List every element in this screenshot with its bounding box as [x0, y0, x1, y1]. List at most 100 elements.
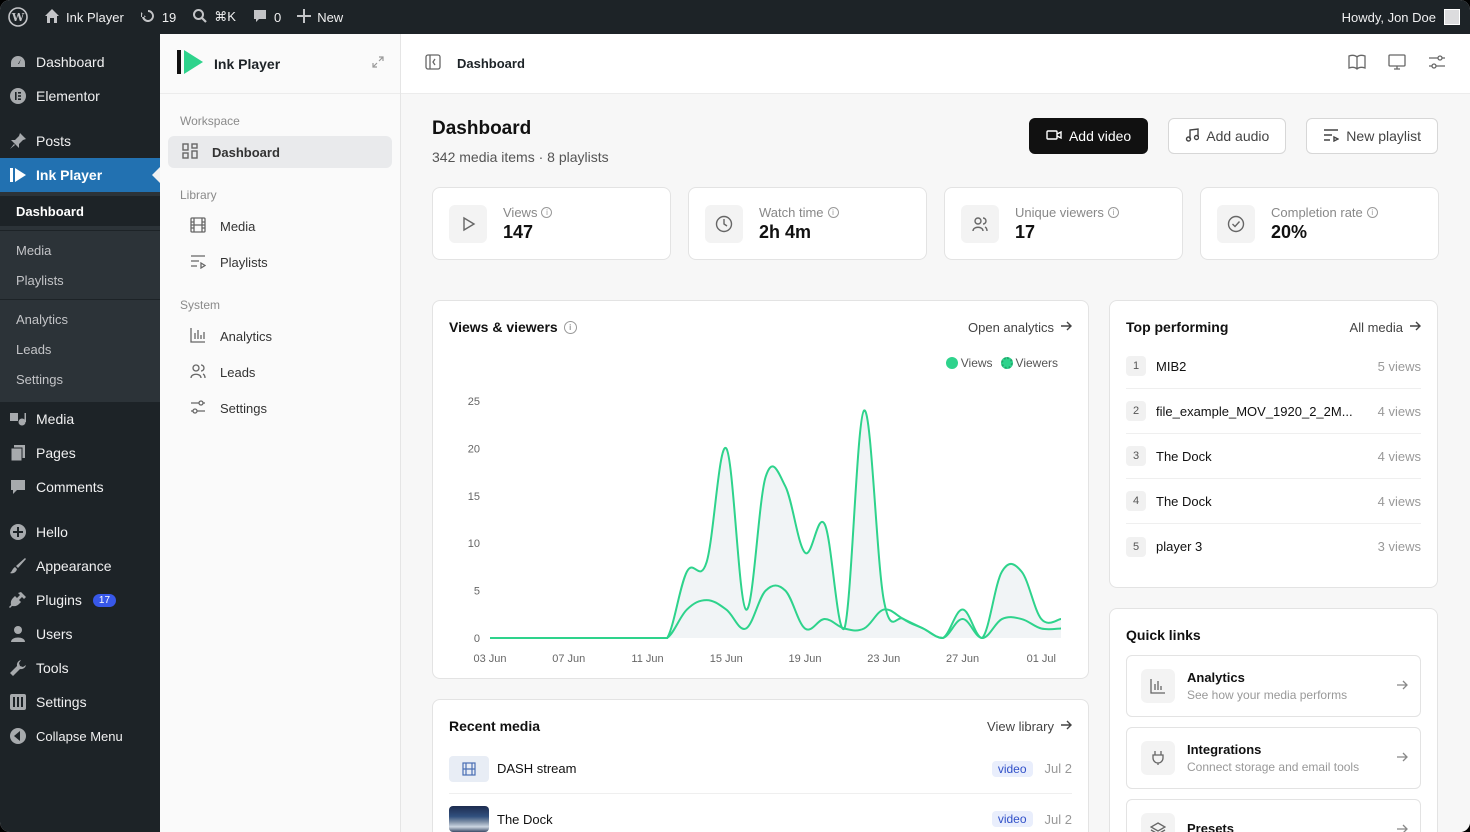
breadcrumb: Dashboard — [457, 56, 525, 71]
search-link[interactable]: ⌘K — [184, 0, 244, 34]
nav-playlists[interactable]: Playlists — [168, 246, 392, 278]
legend-views-swatch — [945, 357, 958, 369]
users-icon — [961, 204, 999, 243]
wp-menu-plugins[interactable]: Plugins 17 — [0, 583, 160, 617]
add-audio-button[interactable]: Add audio — [1168, 118, 1287, 154]
wp-menu-elementor[interactable]: Elementor — [0, 79, 160, 113]
wp-menu-users[interactable]: Users — [0, 617, 160, 651]
wp-menu-comments[interactable]: Comments — [0, 470, 160, 504]
submenu-media[interactable]: Media — [0, 235, 160, 265]
x-tick-label: 11 Jun — [631, 653, 663, 665]
top-performing-row[interactable]: 3 The Dock 4 views — [1126, 434, 1421, 479]
quick-link-integrations[interactable]: Integrations Connect storage and email to… — [1126, 727, 1421, 789]
wp-menu-media[interactable]: Media — [0, 402, 160, 436]
submenu-leads[interactable]: Leads — [0, 334, 160, 364]
ink-player-logo-icon — [176, 49, 204, 78]
quick-link-title: Presets — [1187, 821, 1234, 832]
wp-menu-dashboard[interactable]: Dashboard — [0, 45, 160, 79]
nav-leads-label: Leads — [220, 364, 256, 380]
wordpress-logo-icon[interactable]: W — [0, 0, 36, 34]
wp-menu-posts-label: Posts — [36, 133, 72, 149]
wp-menu-hello[interactable]: Hello — [0, 515, 160, 549]
new-content-link[interactable]: New — [289, 0, 351, 34]
top-performing-row[interactable]: 1 MIB2 5 views — [1126, 344, 1421, 389]
top-bar: Dashboard — [401, 34, 1470, 94]
film-icon — [190, 216, 206, 236]
submenu-settings[interactable]: Settings — [0, 364, 160, 394]
view-count: 4 views — [1377, 403, 1421, 419]
arrow-right-icon — [1396, 823, 1408, 832]
wp-menu-ink-player[interactable]: Ink Player — [0, 158, 160, 192]
submenu-dashboard[interactable]: Dashboard — [0, 196, 160, 226]
wp-menu-tools[interactable]: Tools — [0, 651, 160, 685]
sidebar-toggle-icon[interactable] — [425, 54, 441, 73]
quick-link-desc: Connect storage and email tools — [1187, 760, 1360, 774]
brand-name: Ink Player — [214, 55, 281, 72]
submenu-playlists[interactable]: Playlists — [0, 265, 160, 295]
topbar-tools — [1348, 54, 1446, 73]
wp-menu-settings[interactable]: Settings — [0, 685, 160, 719]
top-performing-row[interactable]: 5 player 3 3 views — [1126, 524, 1421, 569]
all-media-link[interactable]: All media — [1350, 320, 1421, 335]
legend-viewers-label: Viewers — [1015, 356, 1058, 370]
site-name-label: Ink Player — [66, 9, 124, 25]
arrow-right-icon — [1396, 751, 1408, 766]
submenu-analytics[interactable]: Analytics — [0, 304, 160, 334]
ink-player-submenu: Dashboard Media Playlists Analytics Lead… — [0, 192, 160, 402]
wp-menu-elementor-label: Elementor — [36, 88, 100, 104]
elementor-icon — [9, 87, 27, 105]
add-video-button[interactable]: Add video — [1028, 118, 1149, 154]
user-icon — [9, 625, 27, 643]
info-icon[interactable]: i — [563, 320, 577, 334]
recent-media-row[interactable]: DASH stream video Jul 2 — [449, 744, 1072, 794]
account-menu[interactable]: Howdy, Jon Doe — [1342, 9, 1470, 25]
section-system: System — [180, 298, 221, 312]
nav-media[interactable]: Media — [168, 210, 392, 242]
nav-analytics[interactable]: Analytics — [168, 320, 392, 352]
quick-link-presets[interactable]: Presets — [1126, 799, 1421, 832]
add-audio-label: Add audio — [1206, 128, 1270, 144]
info-icon[interactable]: i — [827, 206, 839, 218]
x-tick-label: 01 Jul — [1027, 653, 1056, 665]
stats-row: Views i 147 Watch time i 2h 4m Unique viewer… — [432, 187, 1439, 260]
top-performing-row[interactable]: 2 file_example_MOV_1920_2_2M... 4 views — [1126, 389, 1421, 434]
collapse-icon — [9, 727, 27, 745]
open-analytics-link[interactable]: Open analytics — [968, 320, 1072, 335]
chart-title: Views & viewers — [449, 319, 558, 335]
new-playlist-button[interactable]: New playlist — [1306, 118, 1438, 154]
wp-menu-dashboard-label: Dashboard — [36, 54, 105, 70]
collapse-menu-button[interactable]: Collapse Menu — [0, 719, 160, 753]
nav-dashboard-label: Dashboard — [212, 144, 280, 160]
chart-legend: Views Viewers — [945, 356, 1058, 370]
recent-media-card: Recent media View library DASH stream vi… — [432, 699, 1089, 832]
comments-link[interactable]: 0 — [244, 0, 289, 34]
nav-dashboard[interactable]: Dashboard — [168, 136, 392, 168]
wp-menu-appearance[interactable]: Appearance — [0, 549, 160, 583]
quick-link-analytics[interactable]: Analytics See how your media performs — [1126, 655, 1421, 717]
info-icon[interactable]: i — [541, 206, 553, 218]
recent-media-row[interactable]: The Dock video Jul 2 — [449, 794, 1072, 832]
view-library-link[interactable]: View library — [987, 719, 1072, 734]
plugin-sidebar: Ink Player Workspace Dashboard Library M… — [160, 34, 401, 832]
top-performing-row[interactable]: 4 The Dock 4 views — [1126, 479, 1421, 524]
film-icon — [449, 755, 489, 782]
nav-leads[interactable]: Leads — [168, 356, 392, 388]
book-icon[interactable] — [1348, 54, 1366, 73]
expand-icon[interactable] — [372, 56, 384, 71]
x-tick-label: 23 Jun — [867, 653, 900, 665]
site-name-link[interactable]: Ink Player — [36, 0, 132, 34]
updates-link[interactable]: 19 — [132, 0, 184, 34]
wp-menu-posts[interactable]: Posts — [0, 124, 160, 158]
nav-settings[interactable]: Settings — [168, 392, 392, 424]
monitor-icon[interactable] — [1388, 54, 1406, 73]
layers-icon — [1141, 813, 1175, 832]
wrench-icon — [9, 659, 27, 677]
wp-menu-media-label: Media — [36, 411, 75, 427]
sliders-icon[interactable] — [1428, 54, 1446, 73]
play-icon — [449, 204, 487, 243]
info-icon[interactable]: i — [1366, 206, 1378, 218]
section-workspace: Workspace — [180, 114, 240, 128]
wp-menu-pages[interactable]: Pages — [0, 436, 160, 470]
stat-value: 2h 4m — [759, 221, 812, 242]
info-icon[interactable]: i — [1107, 206, 1119, 218]
